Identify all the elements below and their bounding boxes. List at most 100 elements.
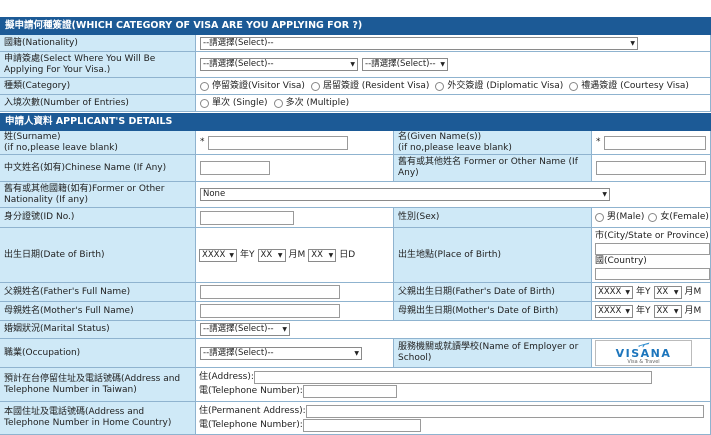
- former-name-input[interactable]: [596, 161, 706, 175]
- entries-label: 入境次數(Number of Entries): [0, 95, 196, 112]
- home-address-input[interactable]: [305, 404, 704, 418]
- category-diplomatic-radio[interactable]: 外交簽證 (Diplomatic Visa): [435, 81, 563, 92]
- chevron-down-icon: ▼: [440, 61, 445, 68]
- chevron-down-icon: ▼: [602, 191, 607, 198]
- former-nationality-select[interactable]: None ▼: [200, 188, 610, 201]
- sex-male-radio[interactable]: 男(Male): [595, 212, 644, 223]
- employer-label: 服務機關或就讀學校(Name of Employer or School): [394, 339, 592, 368]
- given-name-input[interactable]: [603, 135, 706, 150]
- entries-single-radio[interactable]: 單次 (Single): [200, 98, 268, 109]
- nationality-select[interactable]: --請選擇(Select)-- ▼: [200, 36, 638, 50]
- taiwan-address-input[interactable]: [253, 371, 652, 384]
- pob-city-input[interactable]: [595, 242, 710, 255]
- chinese-name-cell: [196, 155, 394, 182]
- radio-icon: [569, 81, 579, 91]
- radio-icon: [435, 81, 445, 91]
- dob-label: 出生日期(Date of Birth): [0, 228, 196, 283]
- required-mark: *: [200, 137, 205, 147]
- pob-country-input[interactable]: [595, 267, 710, 280]
- mother-dob-cell: XXXX ▼ 年Y XX ▼ 月M: [592, 302, 711, 321]
- visana-logo: VISANA Visa & Travel: [595, 340, 692, 366]
- chevron-down-icon: ▼: [282, 326, 287, 333]
- father-name-label: 父親姓名(Father's Full Name): [0, 283, 196, 302]
- surname-cell: *: [196, 131, 394, 155]
- sex-cell: 男(Male) 女(Female): [592, 208, 711, 228]
- category-resident-radio[interactable]: 居留簽證 (Resident Visa): [310, 81, 429, 92]
- radio-icon: [200, 98, 209, 108]
- father-dob-year-select[interactable]: XXXX ▼: [595, 285, 633, 299]
- category-cell: 停留簽證(Visitor Visa) 居留簽證 (Resident Visa) …: [196, 78, 711, 95]
- apply-office-select[interactable]: --請選擇(Select)-- ▼: [362, 58, 448, 71]
- apply-country-select[interactable]: --請選擇(Select)-- ▼: [200, 58, 358, 71]
- chevron-down-icon: ▼: [673, 288, 679, 296]
- chevron-down-icon: ▼: [277, 251, 283, 259]
- chinese-name-input[interactable]: [200, 161, 270, 175]
- category-courtesy-radio[interactable]: 禮遇簽證 (Courtesy Visa): [569, 81, 689, 92]
- pob-cell: 市(City/State or Province) 國(Country): [592, 228, 711, 283]
- dob-cell: XXXX ▼ 年Y XX ▼ 月M XX ▼ 日D: [196, 228, 394, 283]
- entries-cell: 單次 (Single) 多次 (Multiple): [196, 95, 711, 112]
- given-name-label: 名(Given Name(s)) (if no,please leave bla…: [394, 131, 592, 155]
- category-visitor-radio[interactable]: 停留簽證(Visitor Visa): [200, 81, 305, 92]
- radio-icon: [648, 213, 658, 222]
- chevron-down-icon: ▼: [673, 307, 679, 315]
- chevron-down-icon: ▼: [630, 39, 635, 47]
- given-name-cell: *: [592, 131, 711, 155]
- nationality-label: 國籍(Nationality): [0, 35, 196, 52]
- dob-month-select[interactable]: XX ▼: [257, 248, 286, 262]
- former-nationality-label: 舊有或其他國籍(如有)Former or Other Nationality (…: [0, 182, 196, 208]
- id-input[interactable]: [200, 210, 294, 225]
- mother-dob-label: 母親出生日期(Mother's Date of Birth): [394, 302, 592, 321]
- id-cell: [196, 208, 394, 228]
- father-name-input[interactable]: [200, 285, 340, 299]
- chevron-down-icon: ▼: [328, 251, 334, 259]
- sex-label: 性別(Sex): [394, 208, 592, 228]
- nationality-cell: --請選擇(Select)-- ▼: [196, 35, 711, 52]
- radio-icon: [310, 81, 320, 91]
- former-name-label: 舊有或其他姓名 Former or Other Name (If Any): [394, 155, 592, 182]
- apply-where-label: 申請簽處(Select Where You Will Be Applying F…: [0, 52, 196, 78]
- home-address-cell: 住(Permanent Address): 電(Telephone Number…: [196, 402, 711, 435]
- chinese-name-label: 中文姓名(如有)Chinese Name (If Any): [0, 155, 196, 182]
- marital-label: 婚姻狀況(Marital Status): [0, 321, 196, 339]
- home-address-label: 本國住址及電話號碼(Address and Telephone Number i…: [0, 402, 196, 435]
- occupation-label: 職業(Occupation): [0, 339, 196, 368]
- father-name-cell: [196, 283, 394, 302]
- home-telephone-input[interactable]: [302, 418, 421, 432]
- pob-label: 出生地點(Place of Birth): [394, 228, 592, 283]
- visa-application-form: 擬申請何種簽證(WHICH CATEGORY OF VISA ARE YOU A…: [0, 0, 711, 435]
- chevron-down-icon: ▼: [350, 61, 355, 68]
- apply-where-cell: --請選擇(Select)-- ▼ --請選擇(Select)-- ▼: [196, 52, 711, 78]
- surname-input[interactable]: [207, 135, 348, 150]
- chevron-down-icon: ▼: [625, 288, 630, 296]
- marital-select[interactable]: --請選擇(Select)-- ▼: [200, 323, 290, 336]
- id-label: 身分證號(ID No.): [0, 208, 196, 228]
- former-nationality-cell: None ▼: [196, 182, 711, 208]
- required-mark: *: [596, 137, 601, 147]
- applicant-details-section-header: 申請人資料 APPLICANT'S DETAILS: [0, 113, 711, 131]
- taiwan-telephone-input[interactable]: [302, 385, 397, 398]
- occupation-select[interactable]: --請選擇(Select)-- ▼: [200, 346, 362, 360]
- mother-name-input[interactable]: [200, 304, 340, 318]
- sex-female-radio[interactable]: 女(Female): [648, 212, 709, 223]
- dob-day-select[interactable]: XX ▼: [308, 248, 337, 262]
- former-name-cell: [592, 155, 711, 182]
- father-dob-month-select[interactable]: XX ▼: [653, 285, 682, 299]
- mother-dob-month-select[interactable]: XX ▼: [653, 304, 682, 318]
- chevron-down-icon: ▼: [354, 349, 359, 357]
- mother-dob-year-select[interactable]: XXXX ▼: [595, 304, 633, 318]
- entries-multiple-radio[interactable]: 多次 (Multiple): [273, 98, 349, 109]
- chevron-down-icon: ▼: [625, 307, 630, 315]
- employer-cell: VISANA Visa & Travel: [592, 339, 711, 368]
- dob-year-select[interactable]: XXXX ▼: [199, 248, 237, 262]
- father-dob-label: 父親出生日期(Father's Date of Birth): [394, 283, 592, 302]
- radio-icon: [200, 81, 209, 91]
- mother-name-label: 母親姓名(Mother's Full Name): [0, 302, 196, 321]
- radio-icon: [595, 213, 604, 222]
- marital-cell: --請選擇(Select)-- ▼: [196, 321, 711, 339]
- radio-icon: [273, 98, 283, 108]
- category-label: 種類(Category): [0, 78, 196, 95]
- taiwan-address-label: 預計在台停留住址及電話號碼(Address and Telephone Numb…: [0, 368, 196, 402]
- mother-name-cell: [196, 302, 394, 321]
- visa-category-section-header: 擬申請何種簽證(WHICH CATEGORY OF VISA ARE YOU A…: [0, 17, 711, 35]
